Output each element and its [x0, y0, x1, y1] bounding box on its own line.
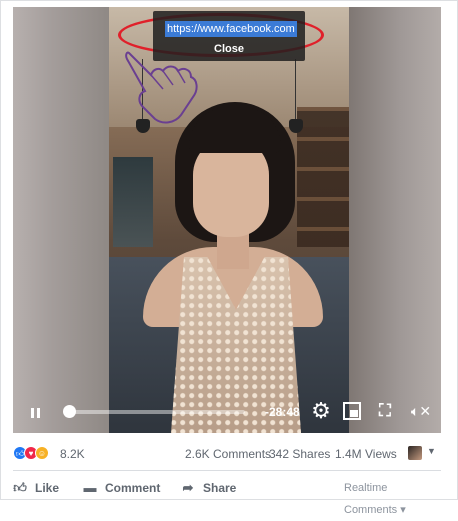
- url-selected-text[interactable]: https://www.facebook.com: [165, 21, 297, 37]
- video-blur-left: [13, 7, 109, 433]
- picture-in-picture-icon[interactable]: [343, 402, 361, 420]
- fullscreen-icon[interactable]: ⛶: [376, 402, 394, 420]
- comment-button[interactable]: ▬ Comment: [83, 477, 161, 499]
- progress-track[interactable]: [63, 405, 245, 418]
- video-blur-right: [349, 7, 441, 433]
- avatar[interactable]: [408, 446, 422, 460]
- share-arrow-icon: ➦: [182, 480, 194, 495]
- url-popup: https://www.facebook.com Close: [153, 11, 305, 61]
- url-field[interactable]: https://www.facebook.com: [165, 21, 297, 37]
- like-label: Like: [35, 481, 60, 495]
- comment-label: Comment: [105, 481, 161, 495]
- close-button[interactable]: Close: [153, 43, 305, 55]
- video-frame-window: [113, 157, 153, 247]
- like-button[interactable]: 👍︎ Like: [13, 477, 59, 499]
- chevron-down-icon: ▾: [400, 504, 406, 516]
- reaction-stats: 👍︎ ♥ ☺ 8.2K 2.6K Comments 342 Shares 1.4…: [13, 443, 441, 465]
- comments-count[interactable]: 2.6K Comments: [185, 447, 271, 461]
- divider: [13, 470, 441, 471]
- time-remaining: -28:48: [265, 405, 300, 419]
- volume-muted-icon[interactable]: 🔈︎✕: [410, 402, 432, 420]
- gear-icon[interactable]: ⚙: [309, 399, 333, 423]
- pause-icon[interactable]: [27, 397, 43, 427]
- video-post: https://www.facebook.com Close -28:48 ⚙ …: [0, 0, 458, 516]
- player-controls: -28:48 ⚙ ⛶ 🔈︎✕: [13, 395, 441, 433]
- action-bar: 👍︎ Like ▬ Comment ➦ Share Realtime Comments…: [13, 477, 441, 516]
- comment-icon: ▬: [83, 480, 97, 495]
- thumbs-up-icon: 👍︎: [13, 480, 27, 495]
- progress-knob[interactable]: [63, 405, 76, 418]
- haha-reaction-icon[interactable]: ☺: [35, 446, 49, 460]
- realtime-comments-label: Realtime Comments: [344, 482, 398, 516]
- realtime-comments-dropdown[interactable]: Realtime Comments ▾: [344, 477, 441, 516]
- share-label: Share: [203, 481, 237, 495]
- shares-count[interactable]: 342 Shares: [269, 447, 330, 461]
- pendant-lamp: [289, 59, 303, 133]
- share-button[interactable]: ➦ Share: [181, 477, 237, 499]
- live-video-player[interactable]: https://www.facebook.com Close: [13, 7, 441, 433]
- views-count: 1.4M Views: [335, 447, 397, 461]
- video-frame-shelf: [297, 107, 349, 247]
- reaction-count[interactable]: 8.2K: [60, 447, 85, 461]
- chevron-down-icon[interactable]: ▼: [427, 446, 436, 456]
